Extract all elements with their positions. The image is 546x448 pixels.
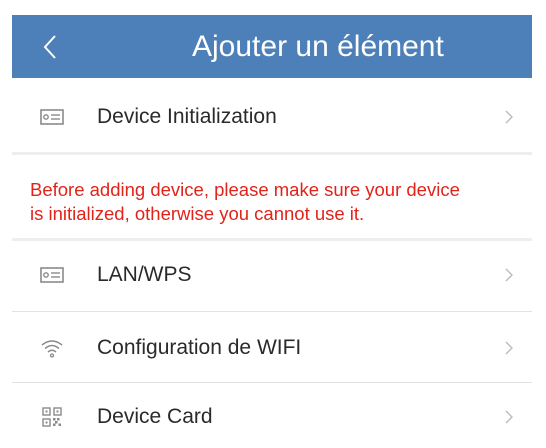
initialization-warning: Before adding device, please make sure y… — [30, 178, 530, 226]
chevron-left-icon — [43, 34, 56, 59]
chevron-right-icon — [502, 84, 516, 150]
row-divider — [12, 311, 532, 312]
warning-line-2: is initialized, otherwise you cannot use… — [30, 203, 365, 224]
chevron-right-icon — [502, 242, 516, 308]
wifi-configuration-item[interactable]: Configuration de WIFI — [12, 315, 532, 381]
wifi-icon — [40, 338, 64, 358]
app-header: Ajouter un élément — [12, 15, 532, 78]
lan-wps-label: LAN/WPS — [97, 263, 192, 286]
device-initialization-label: Device Initialization — [97, 105, 277, 128]
qr-code-icon — [40, 407, 64, 427]
chevron-right-icon — [502, 384, 516, 448]
warning-line-1: Before adding device, please make sure y… — [30, 179, 460, 200]
section-divider — [12, 238, 532, 241]
device-card-label: Device Card — [97, 405, 213, 428]
page-title: Ajouter un élément — [192, 30, 444, 63]
lan-wps-item[interactable]: LAN/WPS — [12, 242, 532, 308]
section-divider — [12, 152, 532, 155]
row-divider — [12, 382, 532, 383]
device-icon — [40, 107, 64, 127]
add-device-screen: Ajouter un élément Device Initialization… — [0, 0, 546, 448]
device-card-item[interactable]: Device Card — [12, 384, 532, 448]
wifi-configuration-label: Configuration de WIFI — [97, 336, 302, 359]
device-icon — [40, 265, 64, 285]
device-initialization-item[interactable]: Device Initialization — [12, 84, 532, 150]
back-button[interactable] — [32, 15, 68, 78]
chevron-right-icon — [502, 315, 516, 381]
